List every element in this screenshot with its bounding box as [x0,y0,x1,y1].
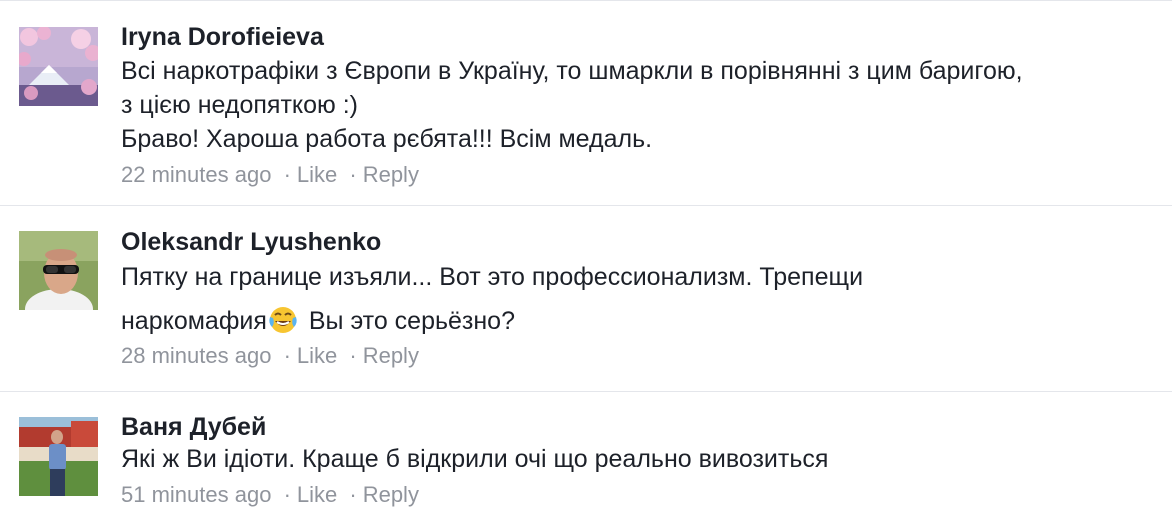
comment: Iryna Dorofieieva Всі наркотрафіки з Євр… [0,0,1172,205]
separator: · [283,162,291,187]
separator: · [283,343,291,368]
separator: · [349,343,357,368]
comment-line: Браво! Хароша работа рєбята!!! Всім меда… [121,125,653,153]
timestamp[interactable]: 51 minutes ago [121,482,271,507]
comment-line-part: наркомафия [121,307,267,335]
comment-text: Всі наркотрафіки з Європи в Україну, то … [121,54,1172,156]
comment-list: Iryna Dorofieieva Всі наркотрафіки з Євр… [0,0,1172,530]
comment-line: Які ж Ви ідіоти. Краще б відкрили очі що… [121,445,829,473]
comment-line: наркомафия Вы это серьёзно? [121,299,1172,343]
comment-body: Ваня Дубей Які ж Ви ідіоти. Краще б відк… [121,412,1172,510]
avatar-image [19,27,98,106]
comment-text: Які ж Ви ідіоти. Краще б відкрили очі що… [121,442,1172,476]
like-button[interactable]: Like [297,343,337,368]
comment-body: Oleksandr Lyushenko Пятку на границе изъ… [121,227,1172,371]
like-button[interactable]: Like [297,482,337,507]
comment: Ваня Дубей Які ж Ви ідіоти. Краще б відк… [0,392,1172,530]
reply-button[interactable]: Reply [363,482,419,507]
comment-line: Пятку на границе изъяли... Вот это профе… [121,263,864,291]
comment-meta: 22 minutes ago · Like · Reply [121,160,1172,190]
author-name[interactable]: Ваня Дубей [121,412,1172,442]
face-with-tears-of-joy-icon [268,305,298,335]
author-name[interactable]: Iryna Dorofieieva [121,22,1172,52]
separator: · [349,482,357,507]
comment-text: Пятку на границе изъяли... Вот это профе… [121,255,1172,343]
comment-line: Всі наркотрафіки з Європи в Україну, то … [121,57,1023,85]
comment-meta: 28 minutes ago · Like · Reply [121,341,1172,371]
author-name[interactable]: Oleksandr Lyushenko [121,227,1172,257]
timestamp[interactable]: 28 minutes ago [121,343,271,368]
separator: · [349,162,357,187]
comment-body: Iryna Dorofieieva Всі наркотрафіки з Євр… [121,22,1172,190]
avatar-image [19,231,98,310]
comment: Oleksandr Lyushenko Пятку на границе изъ… [0,206,1172,391]
reply-button[interactable]: Reply [363,343,419,368]
separator: · [283,482,291,507]
avatar[interactable] [19,417,98,496]
avatar[interactable] [19,27,98,106]
like-button[interactable]: Like [297,162,337,187]
comment-meta: 51 minutes ago · Like · Reply [121,480,1172,510]
comment-line-part: Вы это серьёзно? [301,307,515,335]
comment-line: з цією недопяткою :) [121,91,358,119]
reply-button[interactable]: Reply [363,162,419,187]
avatar[interactable] [19,231,98,310]
avatar-image [19,417,98,496]
timestamp[interactable]: 22 minutes ago [121,162,271,187]
